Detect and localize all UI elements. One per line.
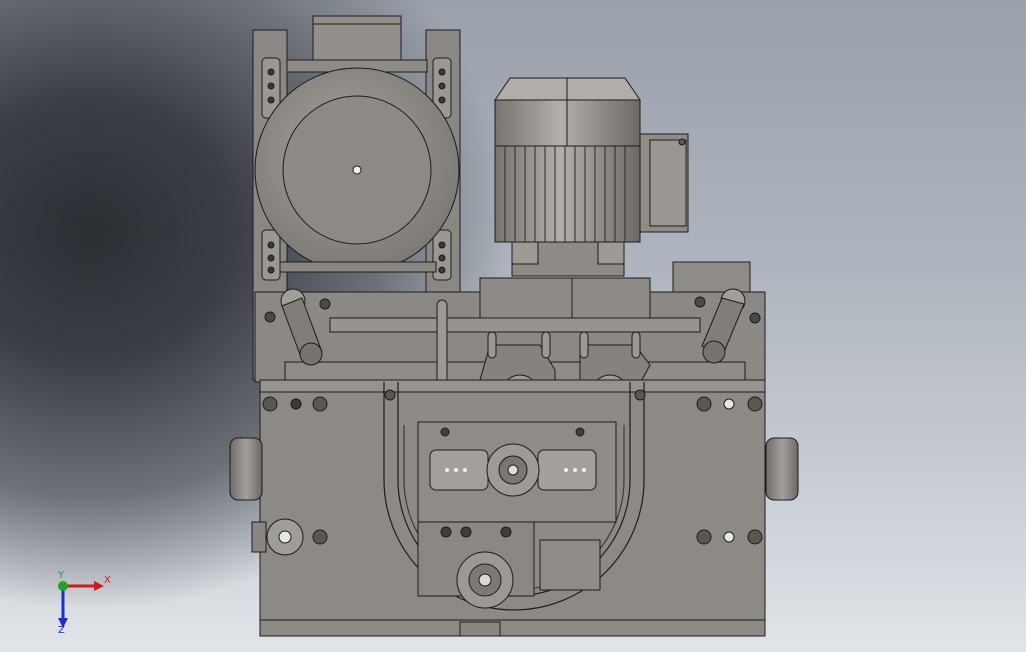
triad-x-label: X <box>104 575 111 586</box>
left-hub <box>266 518 304 556</box>
cad-viewport[interactable]: X Y Z <box>0 0 1026 652</box>
triad-y-label: Y <box>58 570 65 581</box>
gearbox-top-block <box>286 15 428 73</box>
right-motor <box>494 77 689 277</box>
center-mechanism <box>417 421 617 523</box>
triad-z-label: Z <box>58 625 65 636</box>
base-foot <box>459 621 501 637</box>
right-upper-block <box>672 261 751 295</box>
machine-assembly-model[interactable] <box>0 0 1026 652</box>
orientation-triad: X Y Z <box>50 570 120 636</box>
gear-motor-disc <box>254 67 460 273</box>
